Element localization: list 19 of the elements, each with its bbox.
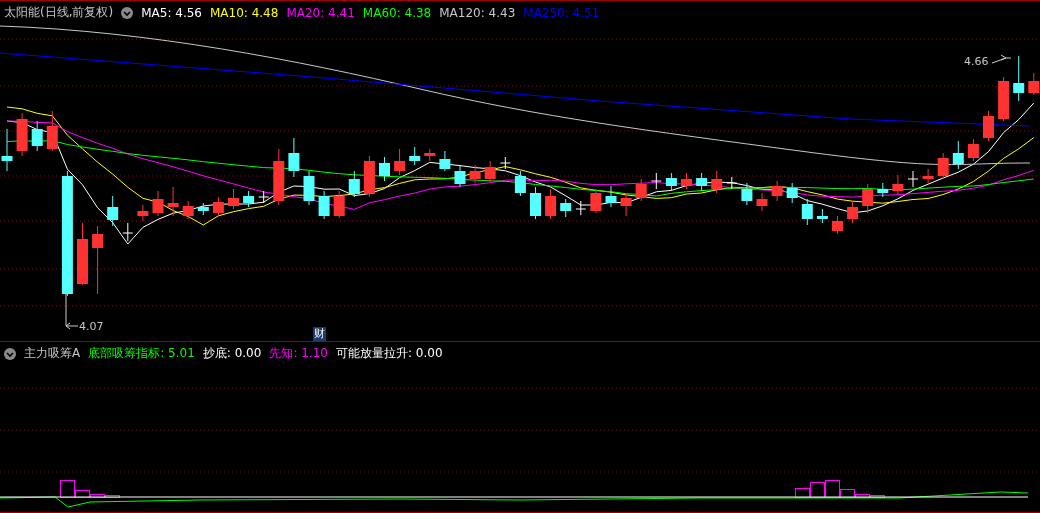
moving-average-value: MA10: 4.48 <box>209 5 279 20</box>
high-price-label: 4.66 <box>964 55 989 68</box>
moving-average-value: MA250: 4.51 <box>523 5 600 20</box>
indicator-value: 底部吸筹指标: 5.01 <box>88 345 195 362</box>
finance-badge[interactable]: 财 <box>313 327 326 341</box>
moving-average-value: MA20: 4.41 <box>286 5 355 20</box>
low-price-label: 4.07 <box>79 320 104 333</box>
indicator-value: 先知: 1.10 <box>269 345 328 362</box>
moving-average-value: MA5: 4.56 <box>141 5 202 20</box>
indicator-value: 可能放量拉升: 0.00 <box>335 345 443 362</box>
stock-title: 太阳能(日线,前复权) <box>4 4 114 21</box>
chevron-down-icon[interactable] <box>4 347 16 360</box>
moving-average-value: MA120: 4.43 <box>439 5 516 20</box>
leader-line <box>65 293 79 330</box>
chevron-down-icon[interactable] <box>121 6 134 19</box>
moving-average-value: MA60: 4.38 <box>362 5 432 20</box>
leader-line <box>991 54 1012 64</box>
indicator-value: 抄底: 0.00 <box>202 345 262 362</box>
indicator-title: 主力吸筹A <box>24 345 81 362</box>
